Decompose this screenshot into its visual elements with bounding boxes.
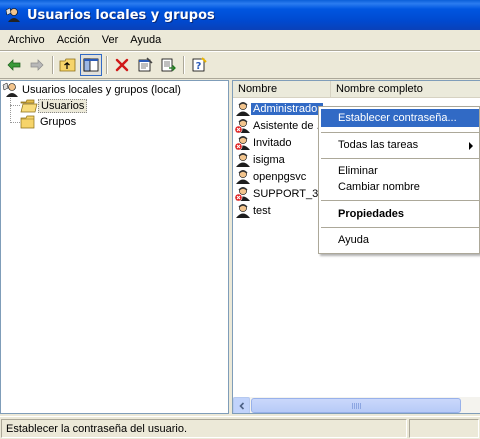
- chevron-left-icon: [238, 401, 244, 410]
- svg-text:?: ?: [196, 61, 202, 72]
- menu-item-establecer-contrasena[interactable]: Establecer contraseña...: [321, 109, 479, 127]
- menu-item-todas-las-tareas[interactable]: Todas las tareas: [321, 136, 479, 154]
- toolbar-divider: [0, 78, 480, 79]
- show-hide-tree-icon: [83, 58, 99, 72]
- toolbar-separator: [183, 56, 185, 74]
- horizontal-scrollbar[interactable]: [233, 397, 480, 413]
- back-arrow-icon: [7, 59, 21, 71]
- user-icon: [236, 169, 250, 184]
- up-folder-icon: [59, 58, 76, 72]
- user-name: Administrador: [251, 102, 323, 115]
- status-panel: [409, 418, 479, 438]
- status-text: Establecer la contraseña del usuario.: [1, 418, 407, 438]
- tree-pane[interactable]: Usuarios locales y grupos (local) Usuari…: [0, 80, 229, 414]
- menu-item-todas-las-tareas-label: Todas las tareas: [338, 139, 419, 151]
- menu-item-ayuda[interactable]: Ayuda: [321, 231, 479, 249]
- title-bar[interactable]: Usuarios locales y grupos: [0, 0, 480, 30]
- user-name: Invitado: [253, 136, 292, 149]
- user-name: isigma: [253, 153, 285, 166]
- tree-connector-line: [10, 122, 20, 123]
- window-title: Usuarios locales y grupos: [27, 7, 215, 23]
- context-menu: Establecer contraseña... Todas las tarea…: [318, 106, 480, 254]
- user-name: openpgsvc: [253, 170, 307, 183]
- user-name: Asistente de ...: [253, 119, 326, 132]
- tree-connector-line: [10, 105, 20, 106]
- tree-usuarios-label: Usuarios: [38, 99, 88, 113]
- menu-separator: [321, 158, 479, 159]
- submenu-arrow-icon: [469, 142, 473, 150]
- disabled-user-icon: [234, 186, 250, 201]
- up-level-button[interactable]: [57, 54, 79, 76]
- export-list-button[interactable]: [157, 54, 179, 76]
- folder-icon: [20, 115, 35, 129]
- disabled-user-icon: [234, 135, 250, 150]
- users-app-icon: [5, 7, 20, 22]
- tree-item-root[interactable]: Usuarios locales y grupos (local): [2, 82, 183, 98]
- user-icon: [236, 101, 250, 116]
- tree-grupos-label: Grupos: [40, 116, 77, 128]
- menu-separator: [321, 132, 479, 133]
- user-icon: [236, 203, 250, 218]
- properties-icon: [138, 57, 153, 72]
- user-icon: [236, 152, 250, 167]
- column-header-nombre-completo[interactable]: Nombre completo: [331, 81, 480, 98]
- user-row[interactable]: isigma: [234, 151, 287, 168]
- delete-icon: [115, 58, 129, 72]
- user-row[interactable]: Asistente de ...: [234, 117, 328, 134]
- tree-item-grupos[interactable]: Grupos: [20, 114, 78, 130]
- help-icon: ?: [192, 57, 207, 72]
- menu-archivo[interactable]: Archivo: [2, 31, 51, 49]
- toolbar-separator: [106, 56, 108, 74]
- status-bar: Establecer la contraseña del usuario.: [0, 416, 480, 439]
- help-button[interactable]: ?: [188, 54, 210, 76]
- menu-accion[interactable]: Acción: [51, 31, 96, 49]
- forward-button[interactable]: [26, 54, 48, 76]
- delete-button[interactable]: [111, 54, 133, 76]
- forward-arrow-icon: [30, 59, 44, 71]
- tree-item-usuarios[interactable]: Usuarios: [20, 98, 88, 114]
- user-row[interactable]: openpgsvc: [234, 168, 308, 185]
- menu-bar: Archivo Acción Ver Ayuda: [0, 30, 480, 50]
- list-header: Nombre Nombre completo: [233, 81, 480, 98]
- menu-separator: [321, 200, 479, 201]
- menu-item-propiedades[interactable]: Propiedades: [321, 205, 479, 223]
- toolbar: ?: [0, 52, 480, 78]
- disabled-user-icon: [234, 118, 250, 133]
- back-button[interactable]: [3, 54, 25, 76]
- user-row[interactable]: Administrador: [234, 100, 323, 117]
- column-header-nombre[interactable]: Nombre: [233, 81, 331, 98]
- tree-root-label: Usuarios locales y grupos (local): [22, 84, 181, 96]
- open-folder-icon: [20, 99, 38, 113]
- scrollbar-thumb[interactable]: [251, 398, 461, 413]
- show-hide-tree-button[interactable]: [80, 54, 102, 76]
- user-row[interactable]: test: [234, 202, 273, 219]
- scrollbar-grip: [352, 403, 361, 409]
- users-groups-icon: [2, 82, 18, 97]
- export-list-icon: [161, 58, 176, 72]
- menu-ayuda[interactable]: Ayuda: [124, 31, 167, 49]
- toolbar-separator: [52, 56, 54, 74]
- properties-button[interactable]: [134, 54, 156, 76]
- user-row[interactable]: Invitado: [234, 134, 294, 151]
- menu-ver[interactable]: Ver: [96, 31, 125, 49]
- scroll-left-button[interactable]: [233, 397, 250, 413]
- menu-separator: [321, 227, 479, 228]
- menu-item-cambiar-nombre[interactable]: Cambiar nombre: [321, 178, 479, 196]
- user-name: test: [253, 204, 271, 217]
